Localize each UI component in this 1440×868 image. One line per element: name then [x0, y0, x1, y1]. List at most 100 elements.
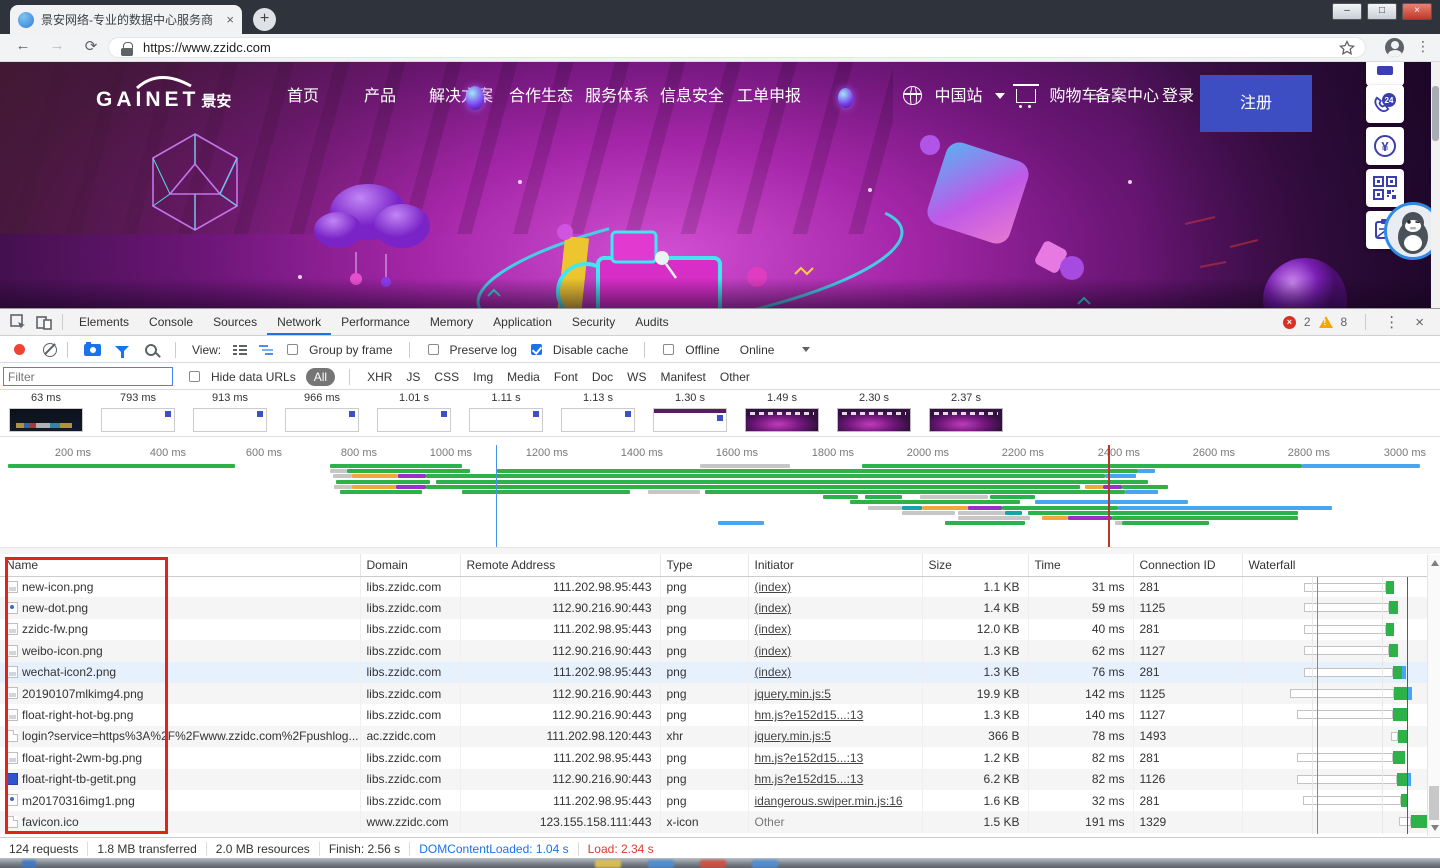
- devtools-menu-icon[interactable]: ⋮: [1380, 313, 1403, 331]
- col-domain[interactable]: Domain: [360, 554, 460, 576]
- filter-type-all[interactable]: All: [306, 368, 335, 386]
- col-size[interactable]: Size: [922, 554, 1028, 576]
- browser-menu-icon[interactable]: ⋮: [1416, 38, 1430, 55]
- close-button[interactable]: ×: [1402, 3, 1432, 20]
- taskbar-icon[interactable]: [595, 860, 621, 868]
- login-link[interactable]: 登录: [1162, 62, 1194, 132]
- filmstrip-frame[interactable]: 1.13 s: [560, 392, 636, 432]
- taskbar-icon[interactable]: [648, 860, 674, 868]
- scroll-up-icon[interactable]: [1431, 560, 1439, 566]
- table-row[interactable]: new-dot.png libs.zzidc.com112.90.216.90:…: [0, 597, 1440, 618]
- filmstrip-frame[interactable]: 913 ms: [192, 392, 268, 432]
- forward-icon[interactable]: →: [46, 37, 68, 54]
- service-widget[interactable]: [1366, 62, 1404, 86]
- initiator-link[interactable]: hm.js?e152d15...:13: [755, 751, 864, 765]
- filter-type-img[interactable]: Img: [473, 370, 493, 384]
- filter-type-css[interactable]: CSS: [434, 370, 459, 384]
- tab-elements[interactable]: Elements: [69, 309, 139, 335]
- initiator-link[interactable]: (index): [755, 622, 792, 636]
- locale-switcher[interactable]: 中国站: [903, 62, 1005, 132]
- initiator-link[interactable]: (index): [755, 644, 792, 658]
- warning-count[interactable]: 8: [1341, 315, 1348, 329]
- initiator-link[interactable]: jquery.min.js:5: [755, 687, 831, 701]
- start-button[interactable]: [22, 860, 36, 868]
- taskbar-icon[interactable]: [700, 860, 726, 868]
- site-logo[interactable]: GAINET景安: [96, 74, 231, 112]
- tab-network[interactable]: Network: [267, 309, 331, 335]
- windows-taskbar[interactable]: [0, 858, 1440, 868]
- page-scrollbar[interactable]: [1431, 62, 1440, 308]
- filter-type-xhr[interactable]: XHR: [367, 370, 392, 384]
- tab-console[interactable]: Console: [139, 309, 203, 335]
- nav-ecosystem[interactable]: 合作生态: [509, 62, 573, 132]
- tab-audits[interactable]: Audits: [625, 309, 678, 335]
- preserve-log-label[interactable]: Preserve log: [450, 343, 517, 357]
- reload-icon[interactable]: ⟳: [80, 37, 102, 55]
- col-remote-address[interactable]: Remote Address: [460, 554, 660, 576]
- record-button[interactable]: [14, 344, 25, 355]
- group-by-frame-checkbox[interactable]: [287, 344, 298, 355]
- offline-label[interactable]: Offline: [685, 343, 719, 357]
- tab-application[interactable]: Application: [483, 309, 562, 335]
- clear-icon[interactable]: [43, 343, 57, 357]
- taskbar-icon[interactable]: [752, 860, 778, 868]
- table-row[interactable]: float-right-tb-getit.png libs.zzidc.com1…: [0, 769, 1440, 790]
- table-row[interactable]: favicon.ico www.zzidc.com123.155.158.111…: [0, 811, 1440, 832]
- hide-data-urls-checkbox[interactable]: [189, 371, 200, 382]
- tab-memory[interactable]: Memory: [420, 309, 483, 335]
- initiator-link[interactable]: jquery.min.js:5: [755, 729, 831, 743]
- throttling-select[interactable]: Online: [740, 343, 775, 357]
- filmstrip-frame[interactable]: 793 ms: [100, 392, 176, 432]
- initiator-link[interactable]: (index): [755, 601, 792, 615]
- table-row[interactable]: wechat-icon2.png libs.zzidc.com111.202.9…: [0, 662, 1440, 683]
- tab-performance[interactable]: Performance: [331, 309, 420, 335]
- page-scrollbar-thumb[interactable]: [1432, 86, 1439, 141]
- filter-type-media[interactable]: Media: [507, 370, 540, 384]
- group-by-frame-label[interactable]: Group by frame: [309, 343, 392, 357]
- table-row[interactable]: float-right-2wm-bg.png libs.zzidc.com111…: [0, 747, 1440, 768]
- error-icon[interactable]: ×: [1283, 316, 1296, 329]
- back-icon[interactable]: ←: [12, 37, 34, 54]
- filmstrip-frame[interactable]: 63 ms: [8, 392, 84, 432]
- table-scrollbar-thumb[interactable]: [1429, 786, 1439, 820]
- nav-home[interactable]: 首页: [287, 62, 319, 132]
- initiator-link[interactable]: idangerous.swiper.min.js:16: [755, 794, 903, 808]
- nav-security[interactable]: 信息安全: [660, 62, 724, 132]
- filter-icon[interactable]: [115, 346, 129, 353]
- initiator-link[interactable]: hm.js?e152d15...:13: [755, 708, 864, 722]
- device-toolbar-icon[interactable]: [36, 314, 52, 330]
- nav-service[interactable]: 服务体系: [585, 62, 649, 132]
- table-row[interactable]: weibo-icon.png libs.zzidc.com112.90.216.…: [0, 640, 1440, 661]
- filmstrip-frame[interactable]: 1.11 s: [468, 392, 544, 432]
- col-initiator[interactable]: Initiator: [748, 554, 922, 576]
- filter-type-js[interactable]: JS: [406, 370, 420, 384]
- capture-screenshots-icon[interactable]: [84, 344, 101, 356]
- table-row[interactable]: m20170316img1.png libs.zzidc.com111.202.…: [0, 790, 1440, 811]
- icp-link[interactable]: 备案中心: [1095, 62, 1159, 132]
- inspect-element-icon[interactable]: [10, 314, 26, 330]
- devtools-close-icon[interactable]: ×: [1411, 314, 1428, 331]
- filmstrip-frame[interactable]: 1.49 s: [744, 392, 820, 432]
- col-type[interactable]: Type: [660, 554, 748, 576]
- initiator-link[interactable]: Other: [755, 815, 785, 829]
- col-time[interactable]: Time: [1028, 554, 1133, 576]
- tab-close-icon[interactable]: ×: [226, 12, 234, 27]
- filter-type-manifest[interactable]: Manifest: [661, 370, 706, 384]
- table-row[interactable]: zzidc-fw.png libs.zzidc.com111.202.98.95…: [0, 619, 1440, 640]
- new-tab-button[interactable]: +: [253, 8, 276, 31]
- scroll-down-icon[interactable]: [1431, 825, 1439, 831]
- url-text[interactable]: https://www.zzidc.com: [143, 40, 271, 55]
- register-button[interactable]: 注册: [1200, 75, 1312, 132]
- warning-icon[interactable]: [1319, 316, 1333, 328]
- offline-checkbox[interactable]: [663, 344, 674, 355]
- filmstrip-frame[interactable]: 2.37 s: [928, 392, 1004, 432]
- minimize-button[interactable]: –: [1332, 3, 1362, 20]
- initiator-link[interactable]: hm.js?e152d15...:13: [755, 772, 864, 786]
- disable-cache-label[interactable]: Disable cache: [553, 343, 628, 357]
- filter-type-other[interactable]: Other: [720, 370, 750, 384]
- maximize-button[interactable]: □: [1367, 3, 1397, 20]
- col-connection-id[interactable]: Connection ID: [1133, 554, 1242, 576]
- filter-input[interactable]: [3, 367, 173, 386]
- col-name[interactable]: Name: [0, 554, 360, 576]
- table-row[interactable]: login?service=https%3A%2F%2Fwww.zzidc.co…: [0, 726, 1440, 747]
